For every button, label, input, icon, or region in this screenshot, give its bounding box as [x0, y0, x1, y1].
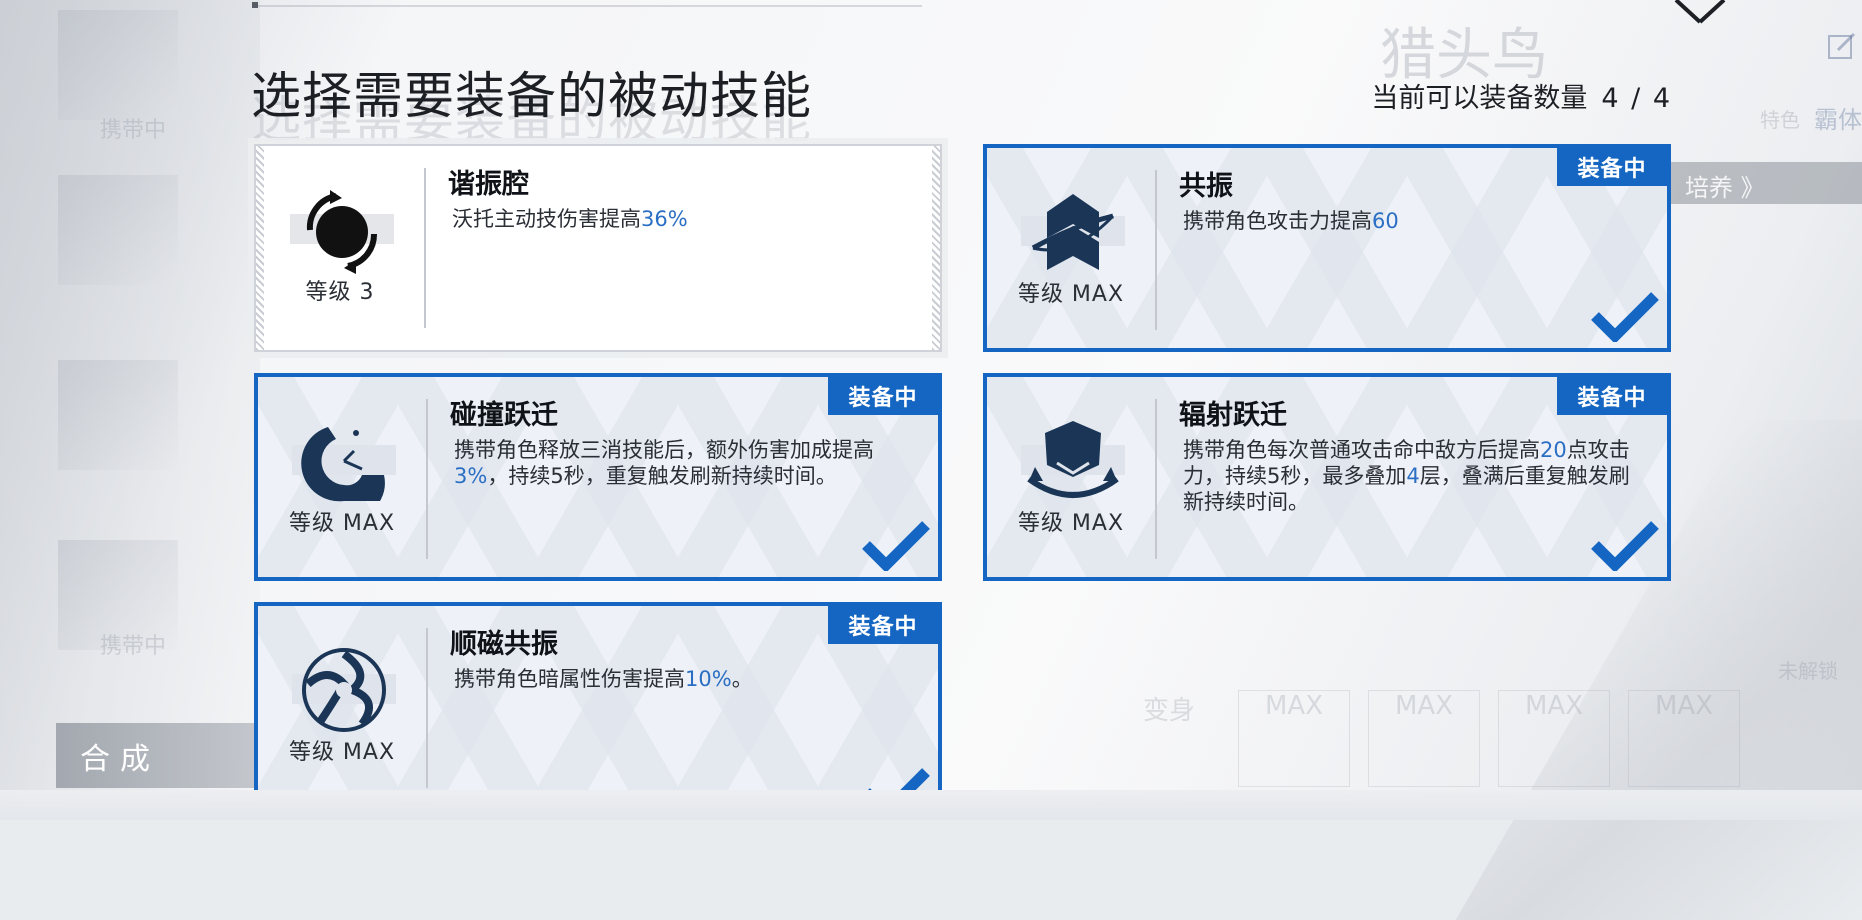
equip-capacity-label: 当前可以装备数量: [1371, 83, 1588, 114]
bg-character-thumb: [58, 175, 178, 285]
check-icon: [1591, 292, 1659, 342]
equipped-badge: 装备中: [1557, 148, 1667, 186]
equipped-badge: 装备中: [828, 606, 938, 644]
page-title: 选择需要装备的被动技能: [251, 67, 812, 125]
skill-level: 等级 MAX: [288, 511, 396, 536]
top-divider: [252, 5, 922, 7]
bg-slot: MAX: [1238, 690, 1350, 787]
bg-trait-label: 特色: [1760, 108, 1800, 132]
bg-character-thumb: [58, 10, 178, 120]
close-icon: [1674, 0, 1726, 24]
card-divider: [424, 168, 426, 328]
collision-gauge-icon: [292, 415, 396, 505]
bg-carry-label: 携带中: [100, 634, 167, 659]
resonance-chamber-icon: [290, 184, 394, 274]
skill-description: 携带角色每次普通攻击命中敌方后提高20点攻击力，持续5秒，最多叠加4层，叠满后重…: [1183, 438, 1630, 514]
check-icon: [862, 521, 930, 571]
skill-card-resonance-chamber[interactable]: 等级 3 谐振腔 沃托主动技伤害提高36%: [254, 144, 942, 352]
equip-capacity-value: 4 / 4: [1601, 83, 1672, 114]
bg-trait-value: 霸体: [1814, 106, 1862, 134]
check-icon: [868, 768, 930, 790]
skill-level: 等级 MAX: [1017, 282, 1125, 307]
skill-name: 谐振腔: [448, 169, 529, 200]
card-divider: [426, 399, 428, 559]
skill-description: 携带角色释放三消技能后，额外伤害加成提高3%，持续5秒，重复触发刷新持续时间。: [454, 438, 874, 488]
skill-name: 顺磁共振: [450, 629, 558, 660]
bg-locked-label: 未解锁: [1778, 659, 1838, 683]
resonance-chevron-icon: [1021, 186, 1125, 276]
close-button[interactable]: [1672, 0, 1728, 30]
bg-carry-label: 携带中: [100, 118, 167, 143]
skill-card-paramagnetic-resonance[interactable]: 等级 MAX 顺磁共振 携带角色暗属性伤害提高10%。 装备中: [254, 602, 942, 790]
card-divider: [426, 628, 428, 788]
check-icon: [1591, 521, 1659, 571]
bg-slot: MAX: [1498, 690, 1610, 787]
skill-name: 碰撞跃迁: [450, 400, 558, 431]
skill-card-radiation-transition[interactable]: 等级 MAX 辐射跃迁 携带角色每次普通攻击命中敌方后提高20点攻击力，持续5秒…: [983, 373, 1671, 581]
skill-name: 共振: [1179, 171, 1233, 202]
skill-level: 等级 MAX: [1017, 511, 1125, 536]
equipped-badge: 装备中: [828, 377, 938, 415]
skill-card-collision-transition[interactable]: 等级 MAX 碰撞跃迁 携带角色释放三消技能后，额外伤害加成提高3%，持续5秒，…: [254, 373, 942, 581]
bg-slot: MAX: [1628, 690, 1740, 787]
skill-card-resonance[interactable]: 等级 MAX 共振 携带角色攻击力提高60 装备中: [983, 144, 1671, 352]
edit-icon[interactable]: [1826, 30, 1858, 62]
bg-slot: MAX: [1368, 690, 1480, 787]
skill-level: 等级 MAX: [288, 740, 396, 765]
bg-train-button: 培养 》: [1665, 162, 1862, 204]
equipped-badge: 装备中: [1557, 377, 1667, 415]
skill-description: 携带角色攻击力提高60: [1183, 209, 1399, 233]
bottom-fade: [0, 790, 1862, 820]
card-divider: [1155, 170, 1157, 330]
skill-description: 携带角色暗属性伤害提高10%。: [454, 667, 753, 691]
skill-description: 沃托主动技伤害提高36%: [452, 207, 688, 231]
radiation-shield-icon: [1021, 415, 1125, 505]
skill-name: 辐射跃迁: [1179, 400, 1287, 431]
equip-capacity: 当前可以装备数量 4 / 4: [1371, 76, 1672, 115]
paramagnetic-swirl-icon: [292, 644, 396, 734]
bg-character-thumb: [58, 360, 178, 470]
card-divider: [1155, 399, 1157, 559]
bg-slot: 变身: [1142, 696, 1195, 726]
skill-level: 等级 3: [305, 280, 375, 305]
top-divider-dot: [252, 2, 258, 8]
